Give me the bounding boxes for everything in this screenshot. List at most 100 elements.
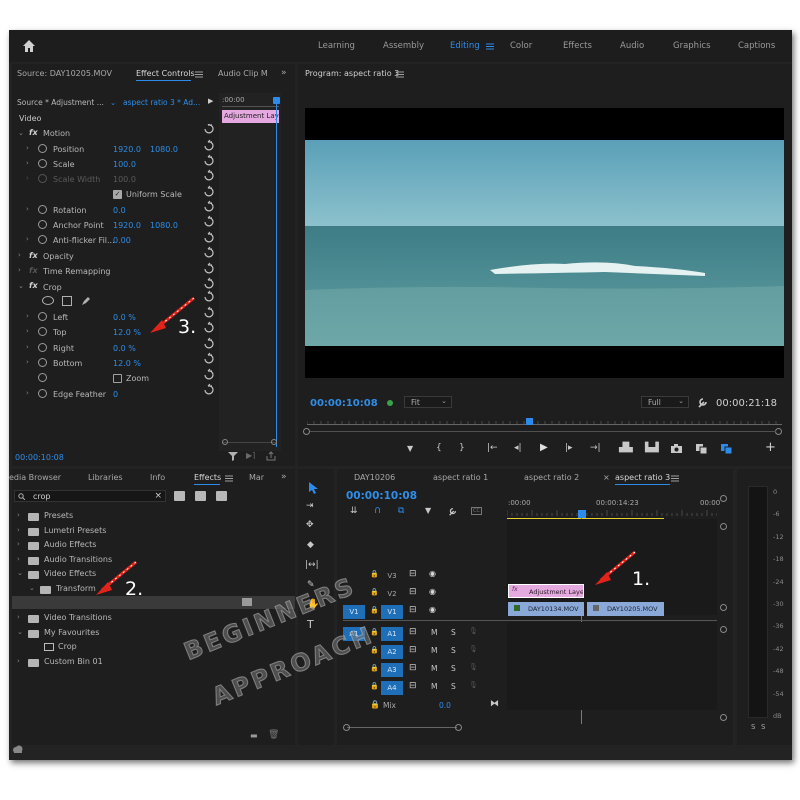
chevron-right-icon[interactable]: ›: [17, 511, 20, 519]
panel-overflow-icon[interactable]: »: [281, 472, 287, 482]
program-timecode[interactable]: 00:00:10:08: [310, 398, 378, 409]
solo-left-button[interactable]: S: [751, 723, 755, 731]
effect-clip-bar[interactable]: Adjustment Lay: [222, 110, 279, 123]
step-forward-icon[interactable]: |▸: [565, 443, 573, 453]
go-to-out-icon[interactable]: →|: [590, 443, 601, 453]
mute-button[interactable]: M: [431, 628, 437, 637]
source-patch-v1[interactable]: V1: [343, 605, 365, 619]
panel-menu-icon[interactable]: [225, 475, 233, 482]
home-icon[interactable]: [22, 39, 36, 53]
play-icon[interactable]: ▶: [208, 97, 213, 105]
crop-left-value[interactable]: 0.0 %: [113, 313, 136, 322]
wrench-icon[interactable]: [697, 397, 708, 408]
workspace-tab-color[interactable]: Color: [510, 41, 532, 51]
lock-icon[interactable]: 🔒: [370, 606, 379, 614]
expand-caret[interactable]: ›: [26, 205, 29, 213]
slip-tool-icon[interactable]: |↔|: [305, 560, 319, 570]
add-button-icon[interactable]: +: [765, 440, 776, 455]
stopwatch-icon[interactable]: [38, 373, 47, 382]
fit-dropdown[interactable]: Fit ⌄: [404, 396, 452, 408]
clear-search-icon[interactable]: ×: [154, 491, 162, 501]
reset-icons-column[interactable]: [203, 124, 215, 400]
rotation-value[interactable]: 0.0: [113, 206, 126, 215]
timeline-timecode[interactable]: 00:00:10:08: [346, 490, 417, 502]
tab-effects[interactable]: Effects: [194, 473, 221, 482]
quality-dropdown[interactable]: Full ⌄: [641, 396, 689, 408]
eye-icon[interactable]: ◉: [429, 569, 436, 578]
program-playhead[interactable]: [526, 418, 533, 425]
chevron-down-icon[interactable]: ⌄: [110, 98, 116, 107]
solo-button[interactable]: S: [451, 628, 456, 637]
scroll-handle[interactable]: [720, 626, 727, 633]
extract-icon[interactable]: ▙▟: [645, 443, 659, 453]
stopwatch-icon[interactable]: [38, 389, 47, 398]
tab-effect-controls[interactable]: Effect Controls: [136, 69, 195, 78]
effect-timeline-scrollbar[interactable]: [222, 442, 277, 443]
sync-lock-icon[interactable]: ⊟: [409, 645, 417, 655]
chevron-right-icon[interactable]: ›: [17, 526, 20, 534]
workspace-tab-assembly[interactable]: Assembly: [383, 41, 424, 51]
scroll-handle[interactable]: [720, 714, 727, 721]
timeline-tab-aspect-1[interactable]: aspect ratio 1: [433, 473, 488, 482]
scroll-handle-right[interactable]: [271, 439, 277, 445]
play-only-audio-icon[interactable]: ▶⌉: [246, 451, 255, 460]
effect-controls-timecode[interactable]: 00:00:10:08: [15, 453, 64, 462]
expand-caret[interactable]: ›: [26, 312, 29, 320]
step-back-icon[interactable]: ◂|: [514, 443, 522, 453]
stopwatch-icon[interactable]: [38, 312, 47, 321]
stopwatch-icon[interactable]: [38, 205, 47, 214]
tab-markers[interactable]: Mar: [249, 473, 264, 482]
scroll-handle[interactable]: [720, 523, 727, 530]
anchor-x-value[interactable]: 1920.0: [113, 221, 141, 230]
lock-icon[interactable]: 🔒: [370, 664, 379, 672]
track-label[interactable]: V2: [381, 587, 403, 601]
zoom-bar[interactable]: [310, 431, 776, 432]
panel-overflow-icon[interactable]: »: [281, 68, 287, 78]
stopwatch-icon[interactable]: [38, 235, 47, 244]
expand-caret[interactable]: ›: [26, 358, 29, 366]
zoom-handle-right[interactable]: [775, 428, 782, 435]
stopwatch-icon[interactable]: [38, 220, 47, 229]
source-clip-label[interactable]: Source * Adjustment ...: [17, 98, 104, 107]
solo-button[interactable]: S: [451, 682, 456, 691]
lock-icon[interactable]: 🔒: [370, 682, 379, 690]
track-label[interactable]: A2: [381, 645, 403, 659]
eye-icon[interactable]: ◉: [429, 587, 436, 596]
panel-menu-icon[interactable]: [195, 71, 203, 78]
timeline-playhead[interactable]: [578, 510, 586, 518]
sync-lock-icon[interactable]: ⊟: [409, 627, 417, 637]
expand-caret[interactable]: ›: [18, 266, 21, 274]
microphone-icon[interactable]: 🎙: [469, 663, 478, 671]
position-y-value[interactable]: 1080.0: [150, 145, 178, 154]
track-label[interactable]: A1: [381, 627, 403, 641]
stopwatch-icon[interactable]: [38, 358, 47, 367]
crop-right-value[interactable]: 0.0 %: [113, 344, 136, 353]
selection-tool-icon[interactable]: [308, 481, 319, 494]
edge-feather-value[interactable]: 0: [113, 390, 118, 399]
solo-button[interactable]: S: [451, 664, 456, 673]
sync-lock-icon[interactable]: ⊟: [409, 569, 417, 579]
crop-top-value[interactable]: 12.0 %: [113, 328, 141, 337]
chevron-right-icon[interactable]: ›: [17, 613, 20, 621]
close-tab-icon[interactable]: ×: [603, 473, 610, 482]
chevron-down-icon[interactable]: ⌄: [17, 628, 23, 636]
play-icon[interactable]: ▶: [540, 442, 548, 453]
go-to-in-icon[interactable]: |←: [487, 443, 498, 453]
collapse-caret[interactable]: ⌄: [18, 129, 24, 137]
tab-source[interactable]: Source: DAY10205.MOV: [17, 69, 112, 78]
timeline-horizontal-scrollbar[interactable]: [343, 724, 717, 732]
chevron-down-icon[interactable]: ⌄: [29, 584, 35, 592]
marker-icon[interactable]: ▼: [407, 444, 413, 453]
panel-menu-icon[interactable]: [396, 71, 404, 78]
fx-icon[interactable]: fx: [29, 281, 38, 290]
workspace-tab-audio[interactable]: Audio: [620, 41, 644, 51]
workspace-tab-learning[interactable]: Learning: [318, 41, 355, 51]
zoom-handle-left[interactable]: [303, 428, 310, 435]
chevron-right-icon[interactable]: ›: [17, 555, 20, 563]
mute-button[interactable]: M: [431, 664, 437, 673]
track-label[interactable]: A4: [381, 681, 403, 695]
tab-audio-clip-mixer[interactable]: Audio Clip M: [218, 69, 268, 78]
mark-in-icon[interactable]: {: [436, 443, 442, 453]
type-tool-icon[interactable]: T: [307, 618, 314, 631]
expand-caret[interactable]: ›: [26, 235, 29, 243]
